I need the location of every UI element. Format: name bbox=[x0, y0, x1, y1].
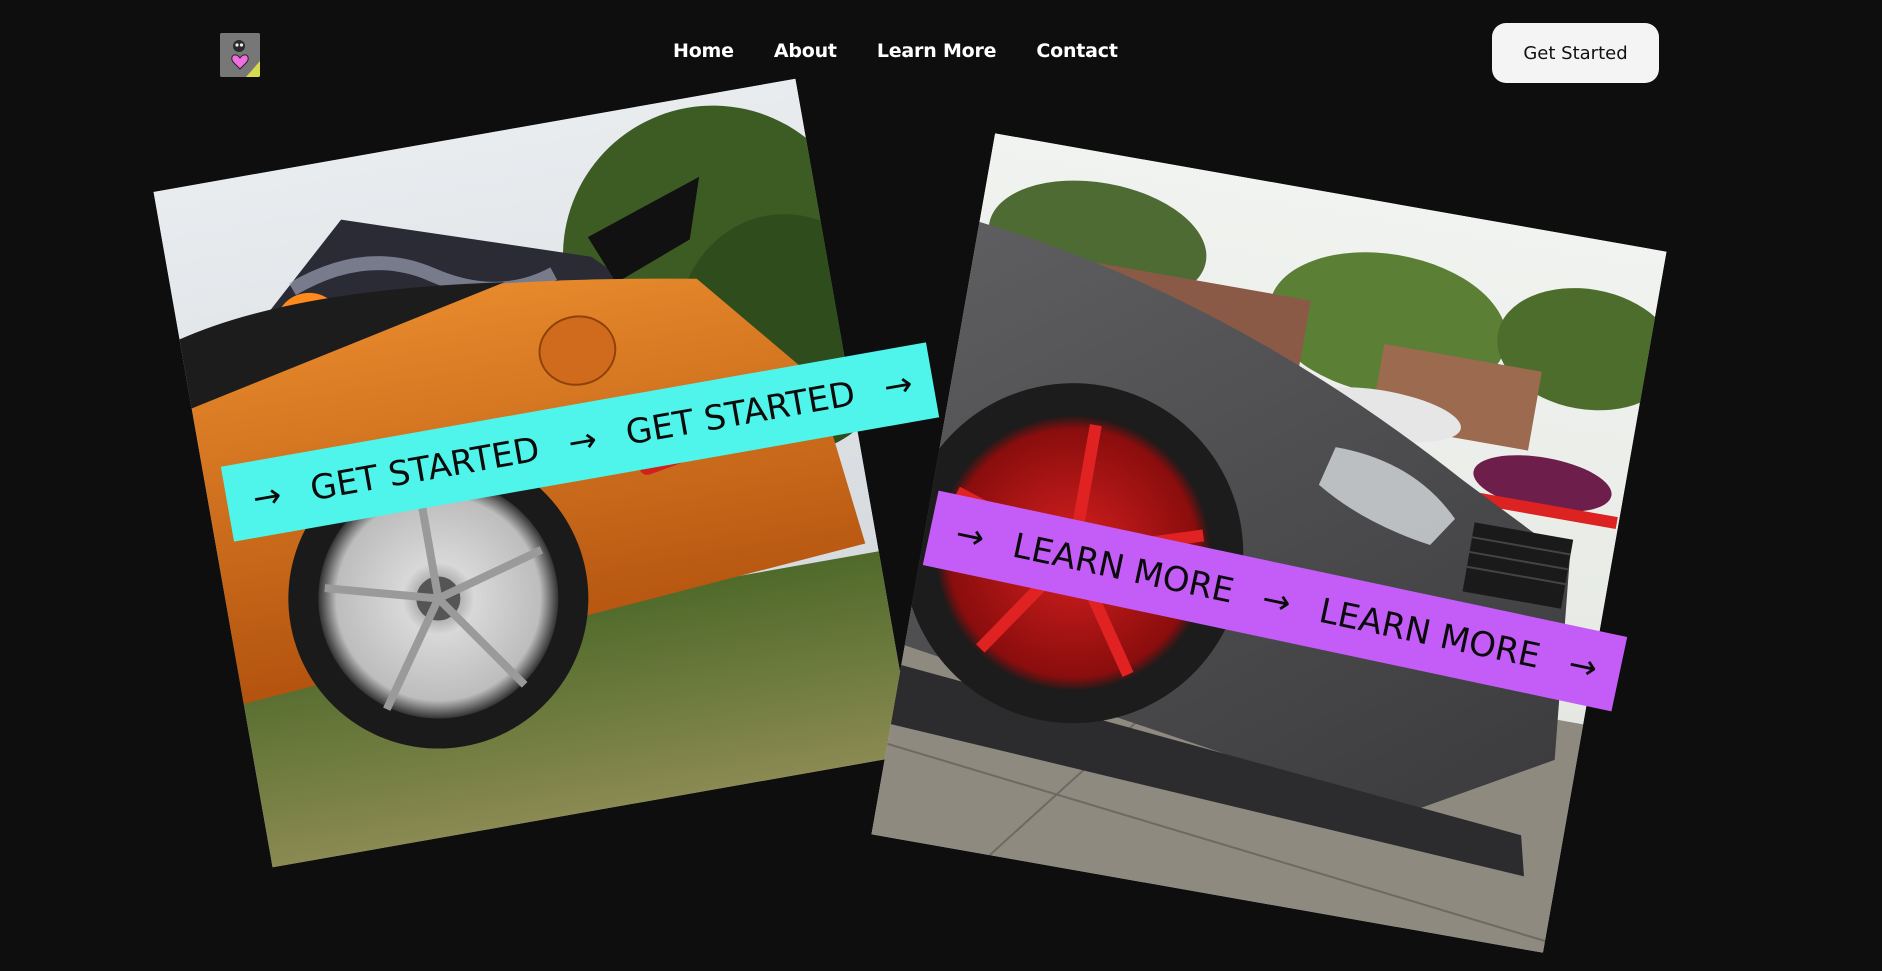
arrow-right-icon: → bbox=[1258, 578, 1295, 624]
nav-link-learn-more[interactable]: Learn More bbox=[877, 40, 997, 62]
heart-cat-logo-icon bbox=[220, 33, 260, 77]
main-nav: Home About Learn More Contact bbox=[673, 40, 1118, 62]
get-started-button[interactable]: Get Started bbox=[1492, 23, 1659, 83]
arrow-right-icon: → bbox=[1564, 643, 1601, 689]
arrow-right-icon: → bbox=[249, 475, 285, 520]
arrow-right-icon: → bbox=[565, 419, 601, 464]
nav-link-about[interactable]: About bbox=[774, 40, 837, 62]
nav-link-contact[interactable]: Contact bbox=[1036, 40, 1118, 62]
logo[interactable] bbox=[220, 33, 260, 77]
arrow-right-icon: → bbox=[880, 363, 916, 409]
arrow-right-icon: → bbox=[951, 513, 989, 559]
nav-link-home[interactable]: Home bbox=[673, 40, 734, 62]
